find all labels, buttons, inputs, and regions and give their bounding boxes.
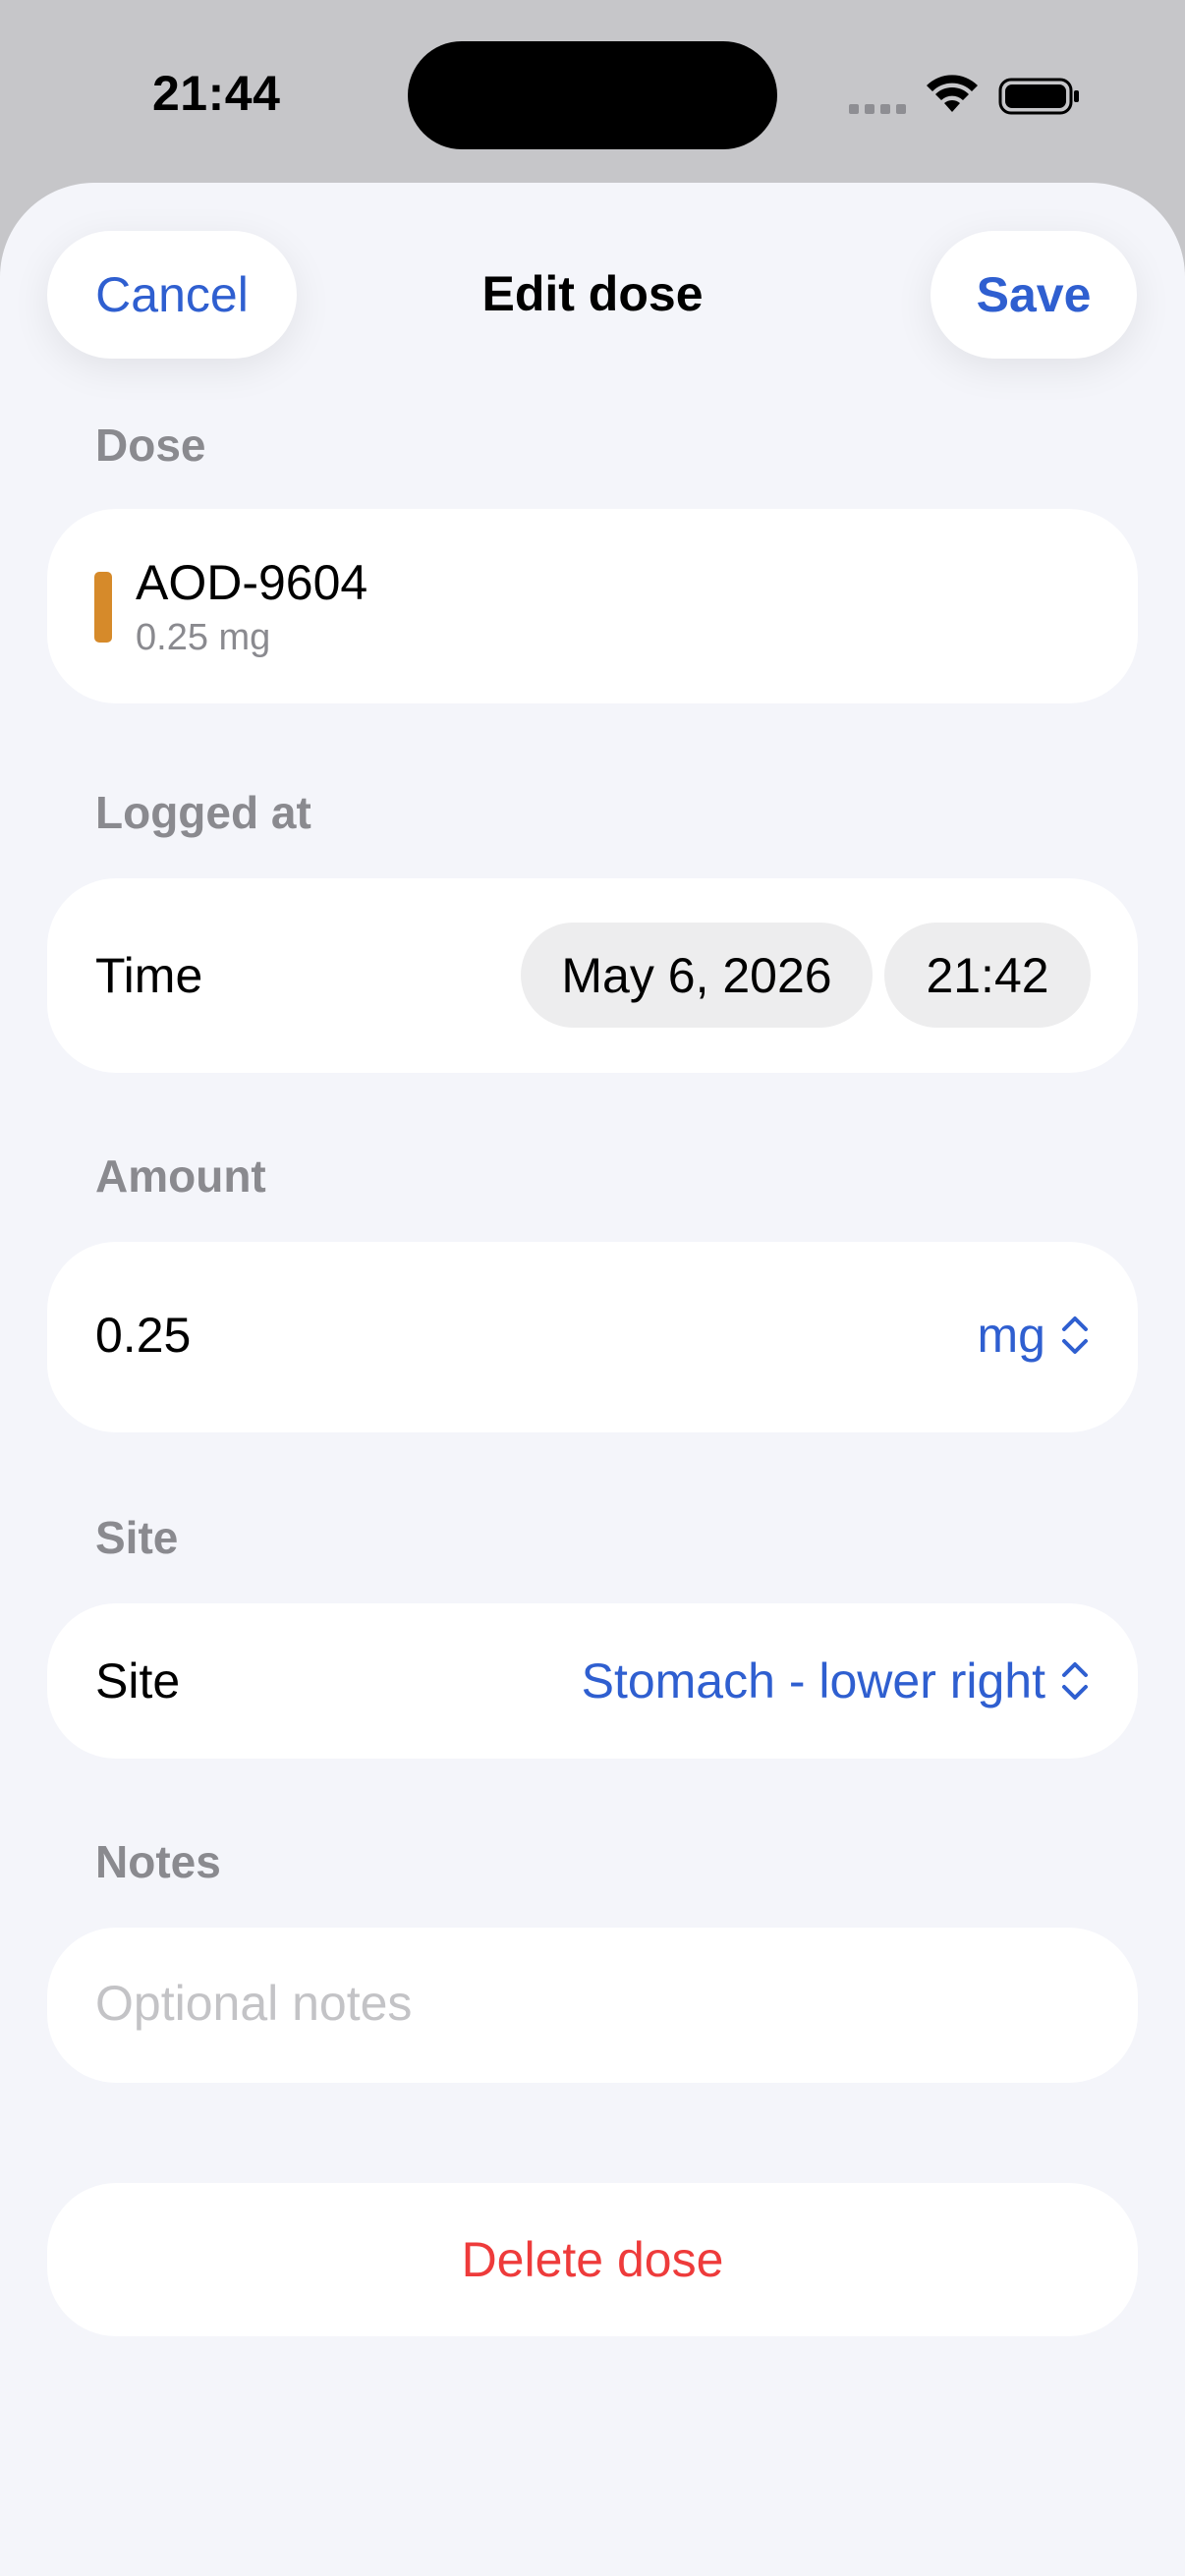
site-section-label: Site xyxy=(95,1512,179,1563)
cancel-button[interactable]: Cancel xyxy=(47,231,297,359)
wifi-icon xyxy=(927,75,978,112)
unit-picker-value: mg xyxy=(977,1308,1045,1363)
site-card: Site Stomach - lower right xyxy=(47,1603,1138,1759)
chevron-up-down-icon xyxy=(1062,1662,1088,1700)
delete-dose-button[interactable]: Delete dose xyxy=(47,2183,1138,2336)
logged-at-section-label: Logged at xyxy=(95,787,311,838)
logged-at-card: Time May 6, 2026 21:42 xyxy=(47,878,1138,1073)
unit-picker[interactable]: mg xyxy=(978,1307,1091,1364)
site-picker[interactable]: Stomach - lower right xyxy=(582,1652,1091,1709)
status-time: 21:44 xyxy=(152,66,281,121)
edit-dose-sheet: Edit dose Cancel Save Dose AOD-9604 0.25… xyxy=(0,183,1185,2576)
time-row-label: Time xyxy=(95,948,203,1003)
time-picker-chip[interactable]: 21:42 xyxy=(884,923,1091,1028)
dose-name: AOD-9604 xyxy=(136,555,368,610)
notes-section-label: Notes xyxy=(95,1836,221,1887)
cellular-signal-icon xyxy=(849,104,906,114)
dose-amount: 0.25 mg xyxy=(136,617,271,658)
amount-card: mg xyxy=(47,1242,1138,1432)
amount-section-label: Amount xyxy=(95,1150,266,1202)
chevron-up-down-icon xyxy=(1062,1316,1088,1354)
date-picker-chip[interactable]: May 6, 2026 xyxy=(521,923,873,1028)
save-button[interactable]: Save xyxy=(931,231,1137,359)
status-bar: 21:44 xyxy=(0,0,1185,187)
site-picker-value: Stomach - lower right xyxy=(581,1653,1045,1708)
dynamic-island xyxy=(408,41,777,149)
notes-card xyxy=(47,1928,1138,2083)
dose-card[interactable]: AOD-9604 0.25 mg xyxy=(47,509,1138,703)
notes-input[interactable] xyxy=(95,1975,1078,2032)
battery-icon xyxy=(998,78,1079,115)
dose-section-label: Dose xyxy=(95,420,206,471)
dose-color-indicator xyxy=(94,572,112,643)
amount-input[interactable] xyxy=(95,1307,587,1364)
site-row-label: Site xyxy=(95,1653,181,1708)
